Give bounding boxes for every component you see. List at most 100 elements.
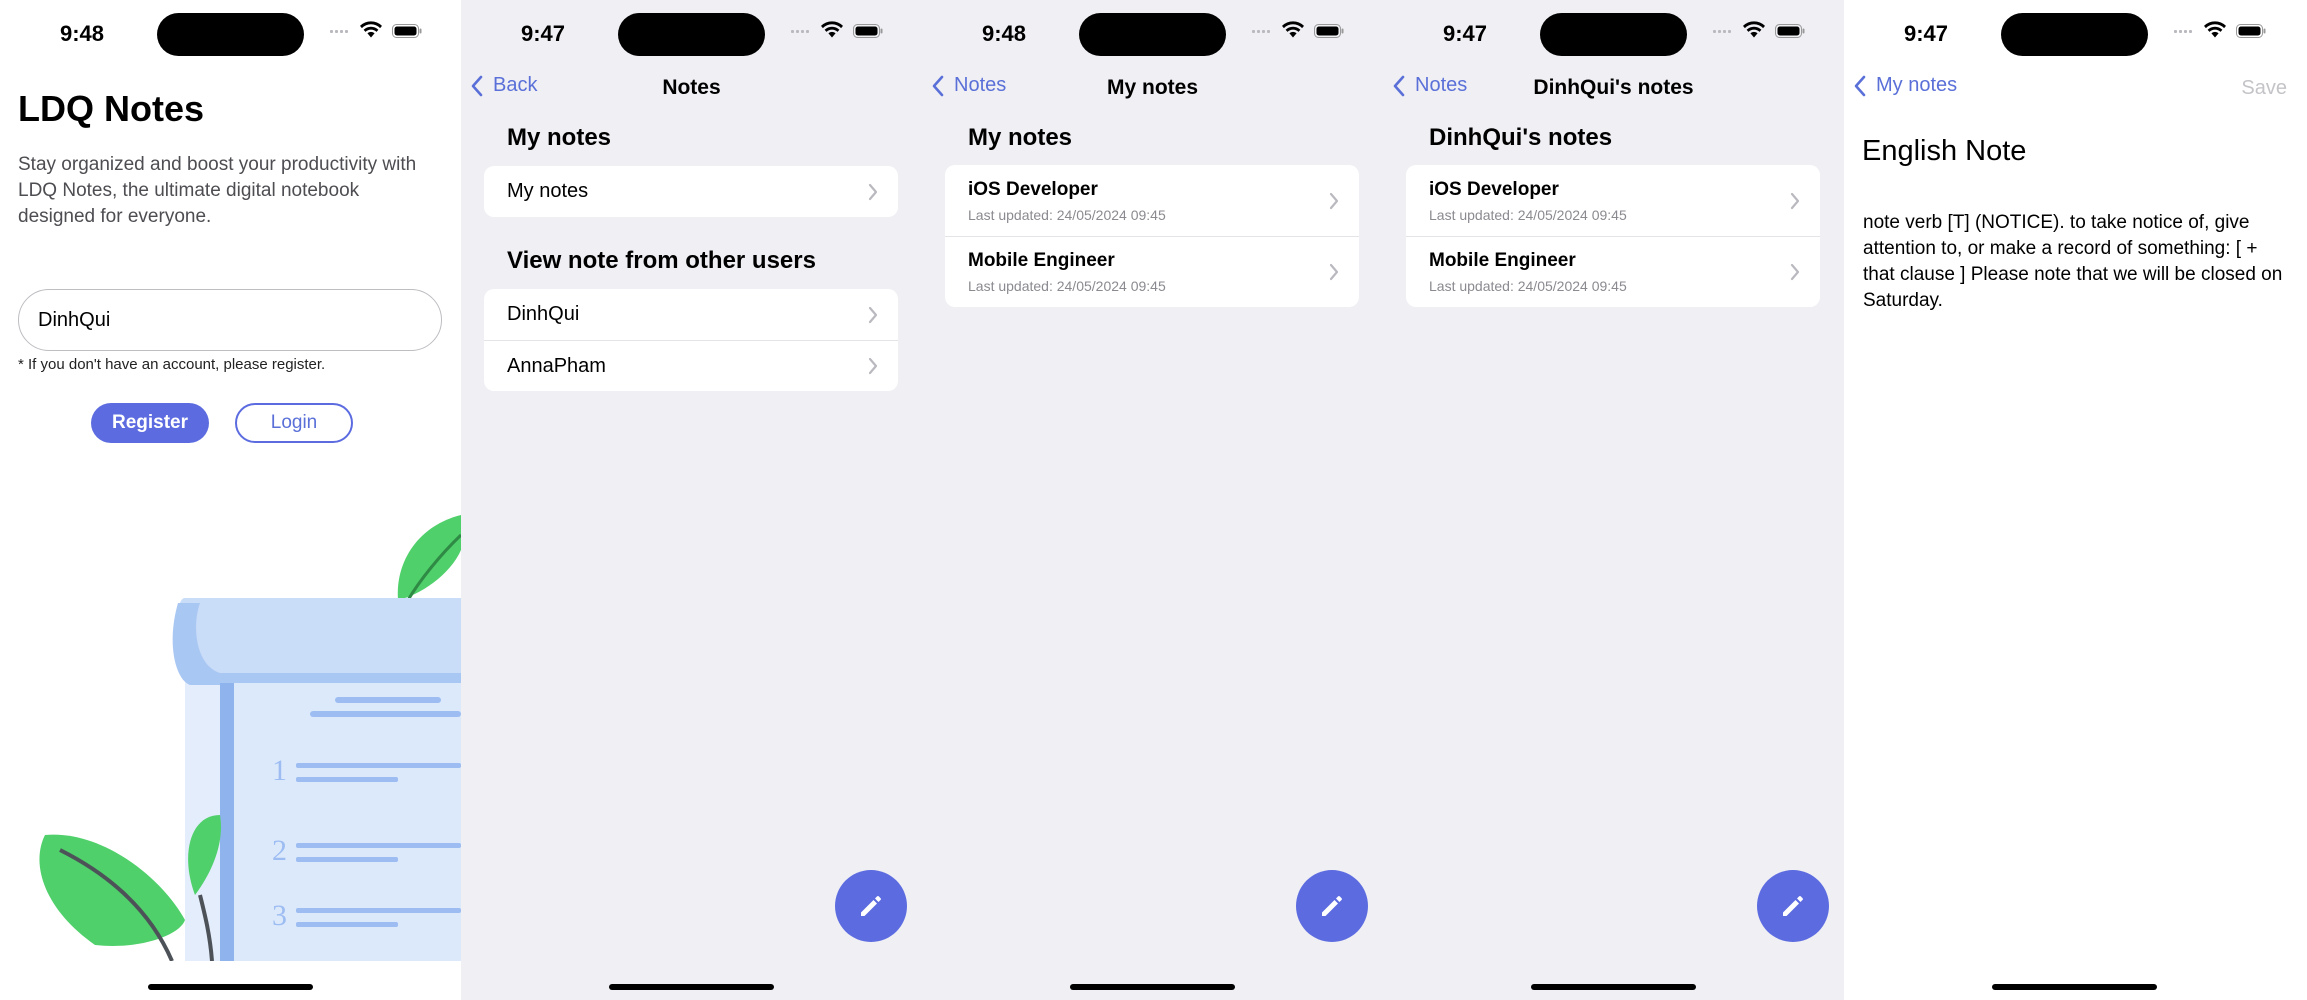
status-time: 9:47 [1442,21,1488,46]
battery-icon [1314,24,1344,38]
pencil-icon [1783,896,1803,916]
chevron-right-icon [1329,192,1339,209]
nav-title: DinhQui's notes [1533,76,1694,99]
battery-icon [853,24,883,38]
dynamic-island [157,13,304,56]
signal-icon [330,30,348,33]
wifi-icon [1282,21,1304,38]
chevron-left-icon [1854,75,1866,96]
wifi-icon [2204,21,2226,38]
app-screenshots-strip: 9:48 LDQ Notes Stay organized and boost … [0,0,2307,1000]
section-title-my-notes: My notes [507,124,612,151]
compose-button[interactable] [1757,870,1829,942]
wifi-icon [1743,21,1765,38]
navigation-bar: Notes DinhQui's notes [1383,68,1844,108]
chevron-right-icon [1329,263,1339,281]
status-time: 9:47 [520,21,566,46]
svg-text:2: 2 [272,834,287,867]
list-item-label: DinhQui [507,303,580,325]
chevron-right-icon [868,357,878,375]
chevron-right-icon [868,306,878,323]
nav-title: My notes [1106,76,1198,99]
note-updated: Last updated: 24/05/2024 09:45 [968,206,1166,223]
list-item-my-notes[interactable]: My notes [484,166,898,217]
note-updated: Last updated: 24/05/2024 09:45 [1429,206,1627,223]
note-title-field[interactable]: English Note [1862,135,2026,168]
battery-icon [1775,24,1805,38]
signal-icon [1252,30,1270,33]
register-hint: * If you don't have an account, please r… [18,356,326,373]
home-indicator [1992,984,2157,990]
app-title: LDQ Notes [18,88,205,129]
chevron-right-icon [1790,263,1800,281]
list-item-user[interactable]: DinhQui [484,289,898,340]
home-indicator [609,984,774,990]
back-button[interactable]: My notes [1854,74,1957,97]
battery-icon [2236,24,2266,38]
svg-text:3: 3 [272,899,287,932]
note-body-field[interactable]: note verb [T] (NOTICE). to take notice o… [1863,210,2291,314]
dynamic-island [1540,13,1687,56]
status-bar: 9:48 [922,0,1383,66]
note-title: iOS Developer [1429,178,1559,200]
list-item-user[interactable]: AnnaPham [484,340,898,391]
back-label: My notes [1876,74,1958,96]
note-editor-screen: 9:47 My notes Save English Note note ver… [1844,0,2305,1000]
note-title: Mobile Engineer [968,250,1115,271]
other-users-group: DinhQui AnnaPham [484,289,898,391]
compose-button[interactable] [835,870,907,942]
note-title: Mobile Engineer [1429,250,1576,271]
section-title-other-users: View note from other users [507,247,816,274]
compose-button[interactable] [1296,870,1368,942]
chevron-right-icon [1790,192,1800,209]
note-title: iOS Developer [968,178,1098,200]
nav-title: Notes [662,76,721,99]
note-updated: Last updated: 24/05/2024 09:45 [1429,278,1627,294]
list-item-label: My notes [507,180,589,202]
navigation-bar: Notes My notes [922,68,1383,108]
signal-icon [2174,30,2192,33]
register-button[interactable]: Register [91,403,209,443]
notes-list: iOS Developer Last updated: 24/05/2024 0… [1406,165,1820,307]
wifi-icon [360,21,382,38]
notes-screen: 9:47 Back Notes My notes My notes View n… [461,0,922,1000]
chevron-right-icon [868,183,878,200]
home-indicator [1531,984,1696,990]
note-row[interactable]: Mobile Engineer Last updated: 24/05/2024… [1406,236,1820,307]
signal-icon [1713,30,1731,33]
notes-list: iOS Developer Last updated: 24/05/2024 0… [945,165,1359,307]
status-bar: 9:48 [0,0,461,66]
section-title: DinhQui's notes [1429,124,1613,151]
battery-icon [392,24,422,38]
dynamic-island [618,13,765,56]
home-indicator [148,984,313,990]
status-time: 9:48 [59,21,105,46]
my-notes-group: My notes [484,166,898,217]
username-input[interactable] [18,289,442,351]
note-updated: Last updated: 24/05/2024 09:45 [968,278,1166,294]
save-button[interactable]: Save [2241,77,2287,100]
app-description: Stay organized and boost your productivi… [18,154,417,227]
home-indicator [1070,984,1235,990]
signal-icon [791,30,809,33]
svg-text:1: 1 [272,754,287,787]
status-bar: 9:47 [1383,0,1844,66]
note-row[interactable]: iOS Developer Last updated: 24/05/2024 0… [945,165,1359,236]
login-button[interactable]: Login [235,403,353,443]
my-notes-screen: 9:48 Notes My notes My notes iOS Develop… [922,0,1383,1000]
wifi-icon [821,21,843,38]
status-bar: 9:47 [1844,0,2305,66]
user-notes-screen: 9:47 Notes DinhQui's notes DinhQui's not… [1383,0,1844,1000]
status-bar: 9:47 [461,0,922,66]
navigation-bar: Back Notes [461,68,922,108]
list-item-label: AnnaPham [507,354,606,377]
login-screen: 9:48 LDQ Notes Stay organized and boost … [0,0,461,1000]
pencil-icon [861,896,881,916]
dynamic-island [1079,13,1226,56]
pencil-icon [1322,896,1342,916]
dynamic-island [2001,13,2148,56]
note-row[interactable]: iOS Developer Last updated: 24/05/2024 0… [1406,165,1820,236]
navigation-bar: My notes Save [1844,68,2305,108]
note-row[interactable]: Mobile Engineer Last updated: 24/05/2024… [945,236,1359,307]
notebook-illustration: 1 2 3 [39,515,461,961]
